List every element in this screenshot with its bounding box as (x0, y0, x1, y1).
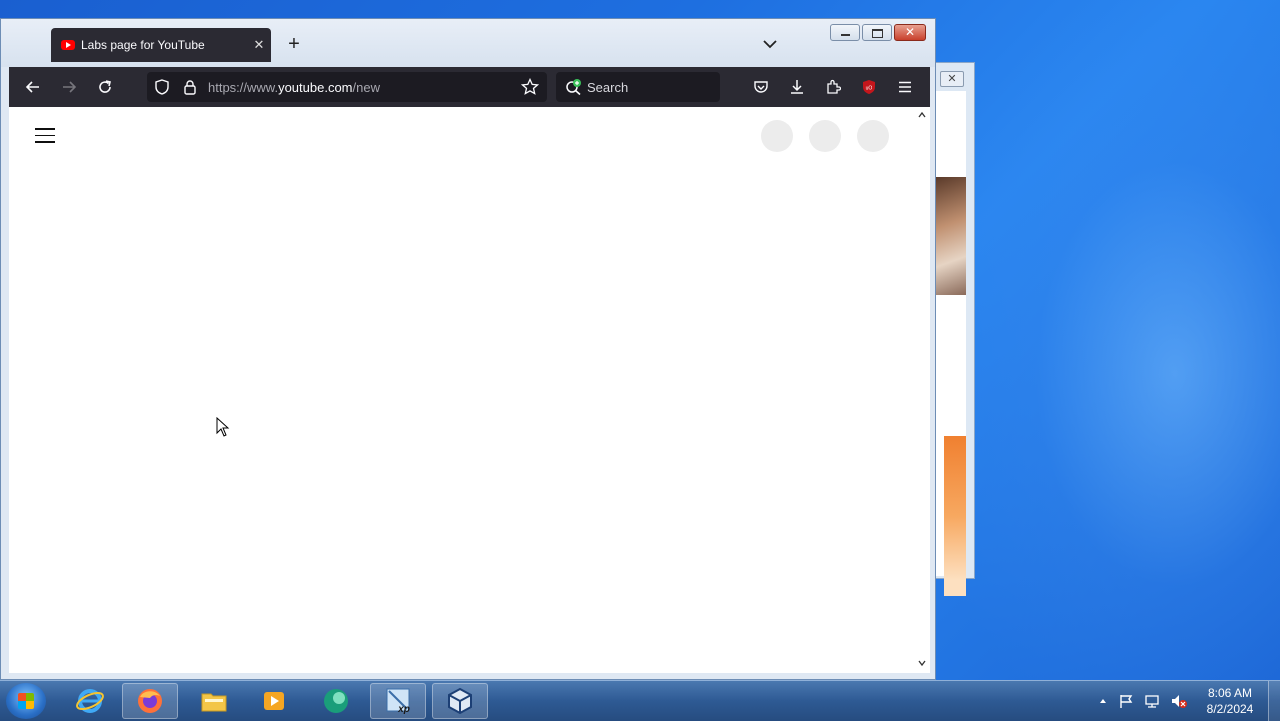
taskbar: xp 8:06 AM 8/2/2024 (0, 680, 1280, 721)
folder-icon (201, 693, 227, 712)
search-engine-icon[interactable] (565, 78, 583, 96)
search-placeholder: Search (587, 80, 629, 95)
taskbar-firefox[interactable] (122, 683, 178, 719)
forward-button[interactable] (57, 75, 81, 99)
search-bar[interactable]: Search (556, 72, 720, 102)
virtualbox-icon (448, 687, 472, 715)
downloads-button[interactable] (785, 75, 809, 99)
show-desktop-button[interactable] (1268, 681, 1280, 721)
shield-icon[interactable] (155, 79, 169, 95)
reload-icon (99, 80, 111, 93)
extensions-button[interactable] (821, 75, 845, 99)
clock-date: 8/2/2024 (1206, 702, 1254, 716)
action-center-flag-icon[interactable] (1118, 693, 1134, 709)
loading-placeholder (857, 120, 889, 152)
lock-icon[interactable] (183, 79, 197, 95)
page-content (9, 107, 922, 673)
volume-muted-icon[interactable] (1170, 693, 1188, 709)
menu-icon (899, 81, 911, 93)
svg-text:uO: uO (866, 86, 873, 92)
url-prefix: https://www. (208, 80, 279, 95)
url-text[interactable]: https://www.youtube.com/new (208, 80, 380, 95)
scroll-up-icon[interactable] (918, 111, 926, 119)
taskbar-file-explorer[interactable] (186, 683, 242, 719)
reload-button[interactable] (93, 75, 117, 99)
url-path: /new (352, 80, 380, 95)
hamburger-menu-icon[interactable] (35, 128, 55, 143)
scroll-down-icon[interactable] (918, 659, 926, 667)
tab-title: Labs page for YouTube (81, 38, 205, 52)
ublock-origin-button[interactable]: uO (857, 75, 881, 99)
mouse-cursor-icon (216, 417, 230, 437)
chevron-down-icon (763, 40, 777, 49)
new-tab-button[interactable]: + (283, 33, 305, 55)
loading-placeholder (809, 120, 841, 152)
system-tray (1098, 681, 1188, 721)
firefox-icon (138, 689, 162, 713)
back-button[interactable] (21, 75, 45, 99)
taskbar-internet-explorer[interactable] (62, 683, 118, 719)
ublock-origin-icon: uO (863, 80, 875, 94)
pocket-button[interactable] (749, 75, 773, 99)
url-domain: youtube.com (278, 80, 353, 95)
background-window-photo (936, 177, 966, 295)
svg-text:xp: xp (397, 704, 410, 715)
taskbar-virtualbox[interactable] (432, 683, 488, 719)
background-window[interactable]: ✕ (936, 62, 975, 596)
puzzle-piece-icon (827, 79, 841, 94)
tab-close-button[interactable]: ✕ (247, 37, 271, 53)
tab-youtube-labs[interactable]: Labs page for YouTube ✕ (51, 28, 271, 62)
download-icon (791, 80, 803, 94)
address-bar[interactable]: https://www.youtube.com/new (147, 72, 547, 102)
background-window-content (936, 91, 966, 596)
taskbar-windows-xp-mode[interactable]: xp (370, 683, 426, 719)
background-window-banner (944, 436, 966, 596)
show-hidden-icons-icon[interactable] (1098, 696, 1108, 706)
title-bar[interactable]: Labs page for YouTube ✕ + ✕ (1, 19, 935, 67)
background-window-close-button[interactable]: ✕ (940, 71, 964, 87)
minimize-button[interactable] (830, 24, 860, 41)
vertical-scrollbar[interactable] (914, 107, 930, 673)
taskbar-app[interactable] (308, 683, 364, 719)
list-all-tabs-button[interactable] (761, 35, 779, 53)
arrow-right-icon (63, 81, 77, 93)
loading-placeholder (761, 120, 793, 152)
app-icon (324, 689, 348, 713)
windows-xp-mode-icon: xp (386, 688, 410, 715)
pocket-icon (754, 81, 768, 93)
start-button[interactable] (6, 683, 46, 719)
close-window-button[interactable]: ✕ (894, 24, 926, 41)
firefox-window: Labs page for YouTube ✕ + ✕ https://www.… (0, 18, 936, 680)
internet-explorer-icon (76, 689, 104, 713)
window-controls: ✕ (830, 24, 926, 41)
arrow-left-icon (25, 81, 39, 93)
clock-time: 8:06 AM (1207, 686, 1253, 700)
network-icon[interactable] (1144, 693, 1160, 709)
navigation-toolbar: https://www.youtube.com/new Search uO (9, 67, 930, 107)
taskbar-clock[interactable]: 8:06 AM 8/2/2024 (1198, 685, 1262, 717)
taskbar-media-player[interactable] (246, 683, 302, 719)
star-icon[interactable] (521, 78, 539, 96)
media-player-icon (264, 692, 284, 710)
youtube-icon (61, 40, 75, 50)
desktop-background (930, 0, 1280, 680)
app-menu-button[interactable] (893, 75, 917, 99)
maximize-button[interactable] (862, 24, 892, 41)
